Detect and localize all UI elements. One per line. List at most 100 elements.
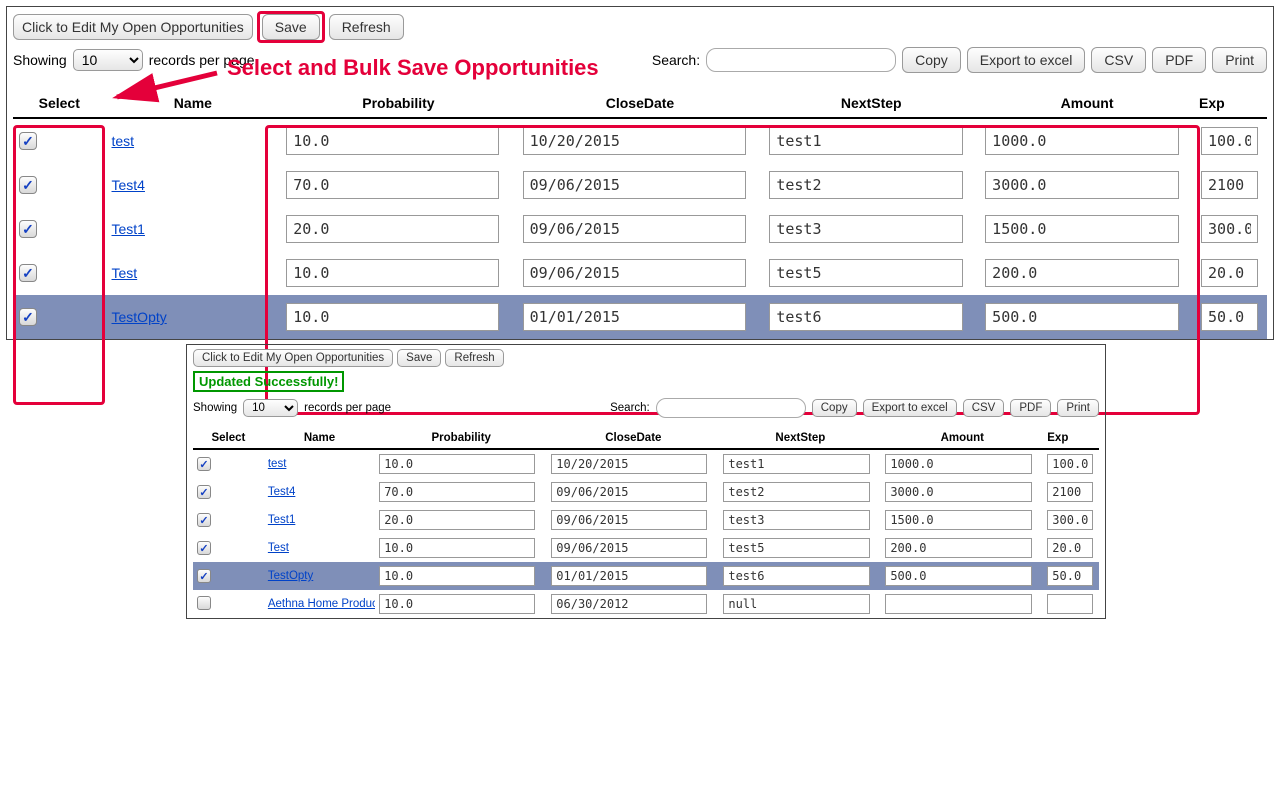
row-checkbox[interactable]: ✓ [19, 132, 37, 150]
nextstep-input[interactable] [769, 215, 963, 243]
csv-button[interactable]: CSV [963, 399, 1005, 417]
probability-input[interactable] [286, 127, 499, 155]
amount-input[interactable] [885, 454, 1031, 474]
amount-input[interactable] [885, 538, 1031, 558]
pdf-button[interactable]: PDF [1152, 47, 1206, 73]
row-checkbox[interactable]: ✓ [197, 541, 211, 555]
amount-input[interactable] [985, 127, 1179, 155]
row-checkbox[interactable] [197, 596, 211, 610]
name-link[interactable]: Aethna Home Products-o2-Clone1 [268, 598, 375, 610]
exp-input[interactable] [1201, 171, 1258, 199]
closedate-input[interactable] [551, 538, 707, 558]
closedate-input[interactable] [551, 482, 707, 502]
closedate-input[interactable] [523, 259, 746, 287]
probability-input[interactable] [379, 566, 535, 586]
amount-input[interactable] [885, 510, 1031, 530]
nextstep-input[interactable] [723, 566, 869, 586]
name-link[interactable]: test [268, 458, 287, 470]
name-link[interactable]: Test4 [268, 486, 296, 498]
name-link[interactable]: test [112, 133, 135, 149]
probability-input[interactable] [286, 215, 499, 243]
search-input[interactable] [706, 48, 896, 72]
nextstep-input[interactable] [723, 482, 869, 502]
probability-input[interactable] [286, 303, 499, 331]
exp-input[interactable] [1047, 594, 1092, 614]
row-checkbox[interactable]: ✓ [19, 308, 37, 326]
amount-input[interactable] [885, 482, 1031, 502]
amount-input[interactable] [985, 215, 1179, 243]
closedate-input[interactable] [523, 303, 746, 331]
amount-input[interactable] [885, 566, 1031, 586]
nextstep-input[interactable] [723, 594, 869, 614]
amount-input[interactable] [985, 303, 1179, 331]
print-button[interactable]: Print [1057, 399, 1099, 417]
probability-input[interactable] [379, 538, 535, 558]
exp-input[interactable] [1047, 566, 1092, 586]
col-nextstep: NextStep [719, 428, 881, 449]
probability-input[interactable] [379, 482, 535, 502]
search-input[interactable] [656, 398, 806, 418]
refresh-button[interactable]: Refresh [445, 349, 503, 367]
edit-button[interactable]: Click to Edit My Open Opportunities [13, 14, 253, 40]
closedate-input[interactable] [523, 215, 746, 243]
edit-button[interactable]: Click to Edit My Open Opportunities [193, 349, 393, 367]
closedate-input[interactable] [551, 566, 707, 586]
name-link[interactable]: Test1 [112, 221, 145, 237]
row-checkbox[interactable]: ✓ [19, 176, 37, 194]
pdf-button[interactable]: PDF [1010, 399, 1051, 417]
closedate-input[interactable] [551, 510, 707, 530]
name-link[interactable]: Test [112, 265, 138, 281]
probability-input[interactable] [286, 259, 499, 287]
export-excel-button[interactable]: Export to excel [967, 47, 1086, 73]
nextstep-input[interactable] [769, 171, 963, 199]
exp-input[interactable] [1201, 127, 1258, 155]
row-checkbox[interactable]: ✓ [19, 220, 37, 238]
row-checkbox[interactable]: ✓ [197, 457, 211, 471]
nextstep-input[interactable] [769, 127, 963, 155]
name-link[interactable]: TestOpty [112, 309, 167, 325]
nextstep-input[interactable] [723, 538, 869, 558]
name-link[interactable]: Test1 [268, 514, 296, 526]
refresh-button[interactable]: Refresh [329, 14, 404, 40]
nextstep-input[interactable] [769, 303, 963, 331]
amount-input[interactable] [985, 259, 1179, 287]
row-checkbox[interactable]: ✓ [197, 513, 211, 527]
exp-input[interactable] [1047, 482, 1092, 502]
name-link[interactable]: TestOpty [268, 570, 313, 582]
closedate-input[interactable] [523, 127, 746, 155]
records-per-page-select[interactable]: 10 [243, 399, 298, 417]
row-checkbox[interactable]: ✓ [19, 264, 37, 282]
probability-input[interactable] [379, 594, 535, 614]
copy-button[interactable]: Copy [812, 399, 857, 417]
closedate-input[interactable] [551, 594, 707, 614]
nextstep-input[interactable] [723, 510, 869, 530]
closedate-input[interactable] [551, 454, 707, 474]
print-button[interactable]: Print [1212, 47, 1267, 73]
nextstep-input[interactable] [769, 259, 963, 287]
probability-input[interactable] [286, 171, 499, 199]
closedate-input[interactable] [523, 171, 746, 199]
records-per-page-select[interactable]: 10 [73, 49, 143, 71]
save-button[interactable]: Save [397, 349, 441, 367]
amount-input[interactable] [885, 594, 1031, 614]
exp-input[interactable] [1047, 454, 1092, 474]
nextstep-input[interactable] [723, 454, 869, 474]
row-checkbox[interactable]: ✓ [197, 569, 211, 583]
exp-input[interactable] [1201, 303, 1258, 331]
exp-input[interactable] [1047, 538, 1092, 558]
exp-input[interactable] [1201, 259, 1258, 287]
table-row: ✓ Test [193, 534, 1099, 562]
row-checkbox[interactable]: ✓ [197, 485, 211, 499]
probability-input[interactable] [379, 510, 535, 530]
export-excel-button[interactable]: Export to excel [863, 399, 957, 417]
save-button[interactable]: Save [262, 14, 320, 40]
amount-input[interactable] [985, 171, 1179, 199]
name-link[interactable]: Test4 [112, 177, 145, 193]
copy-button[interactable]: Copy [902, 47, 961, 73]
csv-button[interactable]: CSV [1091, 47, 1146, 73]
exp-input[interactable] [1201, 215, 1258, 243]
exp-input[interactable] [1047, 510, 1092, 530]
search-label: Search: [652, 52, 700, 68]
name-link[interactable]: Test [268, 542, 289, 554]
probability-input[interactable] [379, 454, 535, 474]
